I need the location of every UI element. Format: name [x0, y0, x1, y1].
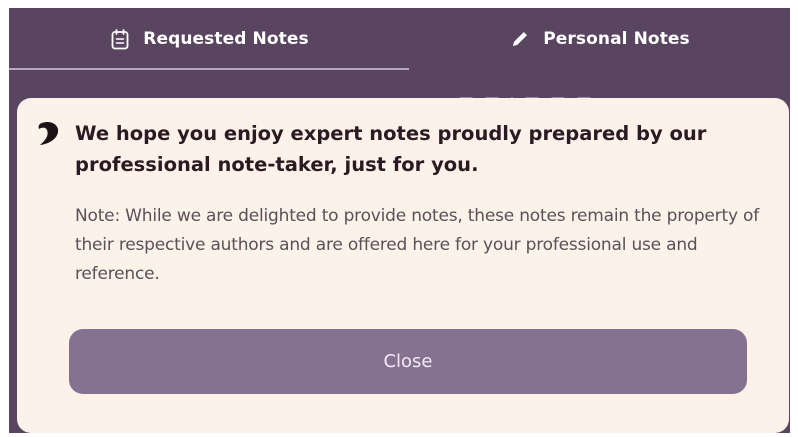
notes-tab-bar: Requested Notes Personal Notes — [9, 8, 790, 70]
tab-requested-notes[interactable]: Requested Notes — [9, 8, 409, 70]
dialog-title: We hope you enjoy expert notes proudly p… — [75, 122, 707, 176]
brand-logo-icon — [37, 120, 61, 146]
tab-requested-notes-label: Requested Notes — [143, 29, 309, 49]
active-tab-indicator — [9, 68, 409, 70]
dialog-body-text: Note: While we are delighted to provide … — [75, 206, 759, 284]
expert-notes-dialog: We hope you enjoy expert notes proudly p… — [17, 98, 789, 433]
pencil-icon — [509, 28, 531, 50]
notepad-icon — [109, 28, 131, 50]
tab-personal-notes[interactable]: Personal Notes — [409, 8, 790, 70]
tab-personal-notes-label: Personal Notes — [543, 29, 690, 49]
close-button[interactable]: Close — [69, 329, 747, 394]
